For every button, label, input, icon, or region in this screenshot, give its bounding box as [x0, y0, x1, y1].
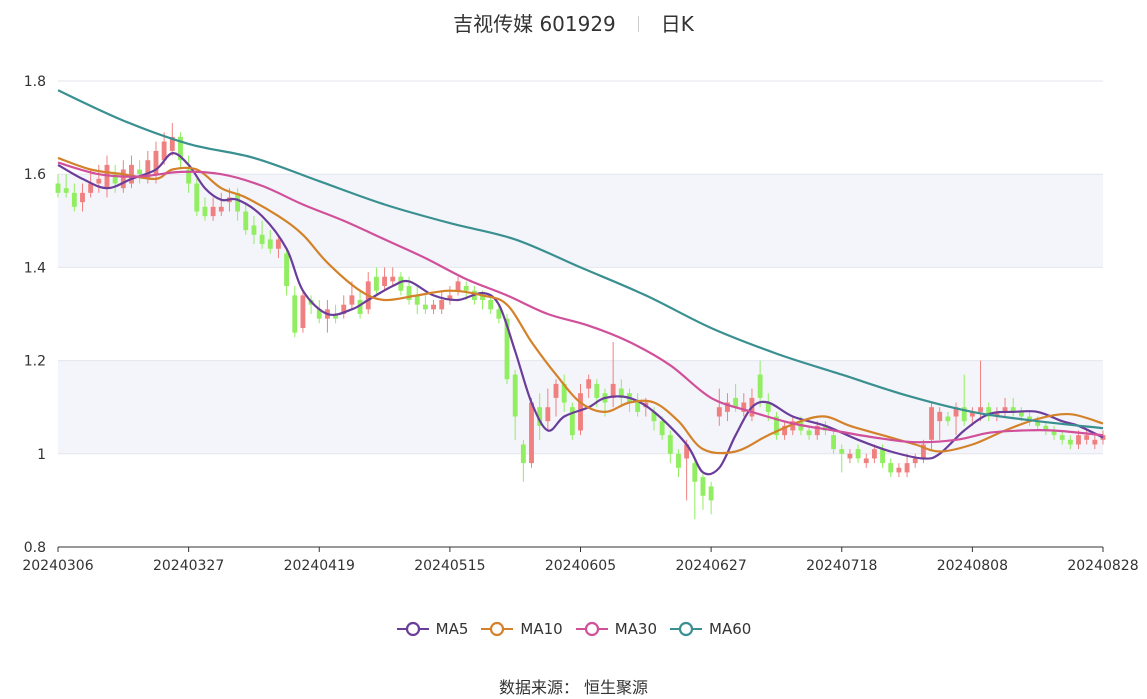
y-tick-label: 1 — [37, 447, 46, 463]
candle-body — [545, 407, 551, 422]
candle-body — [455, 281, 461, 291]
y-tick-label: 1.4 — [24, 260, 46, 276]
candle-body — [1084, 435, 1090, 440]
candle-body — [218, 206, 224, 212]
legend-label: MA10 — [520, 620, 563, 638]
candle-body — [978, 407, 983, 412]
legend: MA5 MA10 MA30 MA60 — [0, 620, 1147, 641]
candle-body — [71, 192, 77, 207]
candle-body — [929, 407, 934, 440]
candle-body — [137, 169, 143, 175]
x-tick-label: 20240327 — [153, 558, 224, 574]
candle-body — [529, 402, 534, 464]
candle-body — [888, 463, 894, 473]
candle-body — [55, 183, 61, 193]
candle-body — [202, 206, 208, 217]
legend-item-ma30[interactable]: MA30 — [575, 620, 657, 638]
candle-body — [757, 374, 763, 398]
y-tick-label: 1.6 — [24, 167, 46, 183]
candle-body — [439, 300, 445, 310]
candle-body — [937, 411, 943, 422]
candle-body — [700, 477, 706, 496]
candle-body — [243, 211, 249, 231]
legend-marker-icon — [396, 621, 429, 637]
candle-body — [871, 449, 877, 459]
candle-body — [692, 463, 698, 482]
candle-body — [382, 276, 387, 287]
candle-body — [431, 304, 436, 310]
candle-body — [847, 453, 853, 459]
candle-body — [390, 276, 396, 282]
candle-body — [512, 374, 518, 417]
candle-body — [880, 449, 886, 464]
x-tick-label: 20240808 — [937, 558, 1008, 574]
candle-body — [422, 304, 428, 310]
x-tick-label: 20240515 — [414, 558, 485, 574]
candle-body — [267, 239, 273, 249]
source-value: 恒生聚源 — [584, 678, 649, 697]
candle-body — [912, 458, 918, 464]
candle-body — [716, 407, 722, 417]
candle-body — [284, 253, 290, 287]
candle-body — [553, 383, 559, 398]
data-source: 数据来源： 恒生聚源 — [0, 674, 1147, 698]
x-tick-label: 20240419 — [284, 558, 355, 574]
y-tick-label: 1.8 — [24, 74, 46, 90]
candle-body — [896, 467, 902, 473]
candle-body — [488, 300, 494, 310]
candle-body — [863, 458, 869, 464]
candle-body — [806, 430, 812, 436]
source-label: 数据来源： — [498, 678, 579, 697]
candle-body — [1067, 439, 1073, 445]
candle-body — [945, 416, 951, 422]
candle-body — [349, 295, 355, 305]
candle-body — [1059, 435, 1065, 440]
candle-body — [373, 276, 379, 291]
candle-body — [831, 435, 837, 450]
legend-label: MA30 — [614, 620, 658, 638]
candle-body — [676, 453, 681, 468]
candle-body — [839, 449, 845, 454]
candle-body — [300, 295, 306, 328]
candlestick-chart: 0.8 1 1.2 1.4 1.6 1.8 20240306 20240327 20240419… — [22, 74, 1138, 574]
grid-band — [58, 174, 1103, 268]
candle-body — [292, 295, 298, 333]
y-tick-label: 1.2 — [24, 354, 46, 370]
candle-body — [659, 421, 665, 436]
candle-body — [635, 402, 641, 412]
x-tick-label: 20240306 — [22, 558, 93, 574]
x-tick-label: 20240828 — [1067, 558, 1138, 574]
legend-marker-icon — [481, 621, 514, 637]
candle-body — [259, 234, 265, 245]
candle-body — [708, 486, 714, 501]
legend-label: MA5 — [435, 620, 469, 638]
candle-body — [904, 463, 910, 473]
candle-body — [210, 206, 216, 217]
legend-marker-icon — [575, 621, 608, 637]
x-tick-label: 20240605 — [545, 558, 616, 574]
candle-body — [463, 286, 469, 291]
candle-body — [194, 183, 200, 212]
legend-label: MA60 — [709, 620, 752, 638]
candle-body — [594, 383, 600, 398]
x-tick-label: 20240627 — [675, 558, 746, 574]
y-tick-label: 0.8 — [24, 540, 46, 556]
legend-item-ma5[interactable]: MA5 — [396, 620, 469, 638]
candle-body — [1092, 439, 1098, 445]
legend-marker-icon — [670, 621, 703, 637]
candle-body — [251, 225, 257, 235]
candle-body — [667, 435, 673, 454]
candle-body — [96, 178, 102, 184]
candle-body — [80, 192, 85, 203]
candle-body — [275, 239, 281, 249]
candle-body — [520, 444, 526, 464]
candle-body — [1076, 435, 1081, 445]
x-tick-label: 20240718 — [806, 558, 877, 574]
candle-body — [120, 169, 126, 189]
candle-body — [63, 188, 69, 193]
candle-body — [586, 379, 592, 389]
legend-item-ma10[interactable]: MA10 — [480, 620, 563, 638]
candle-body — [855, 449, 861, 459]
legend-item-ma60[interactable]: MA60 — [669, 620, 751, 638]
